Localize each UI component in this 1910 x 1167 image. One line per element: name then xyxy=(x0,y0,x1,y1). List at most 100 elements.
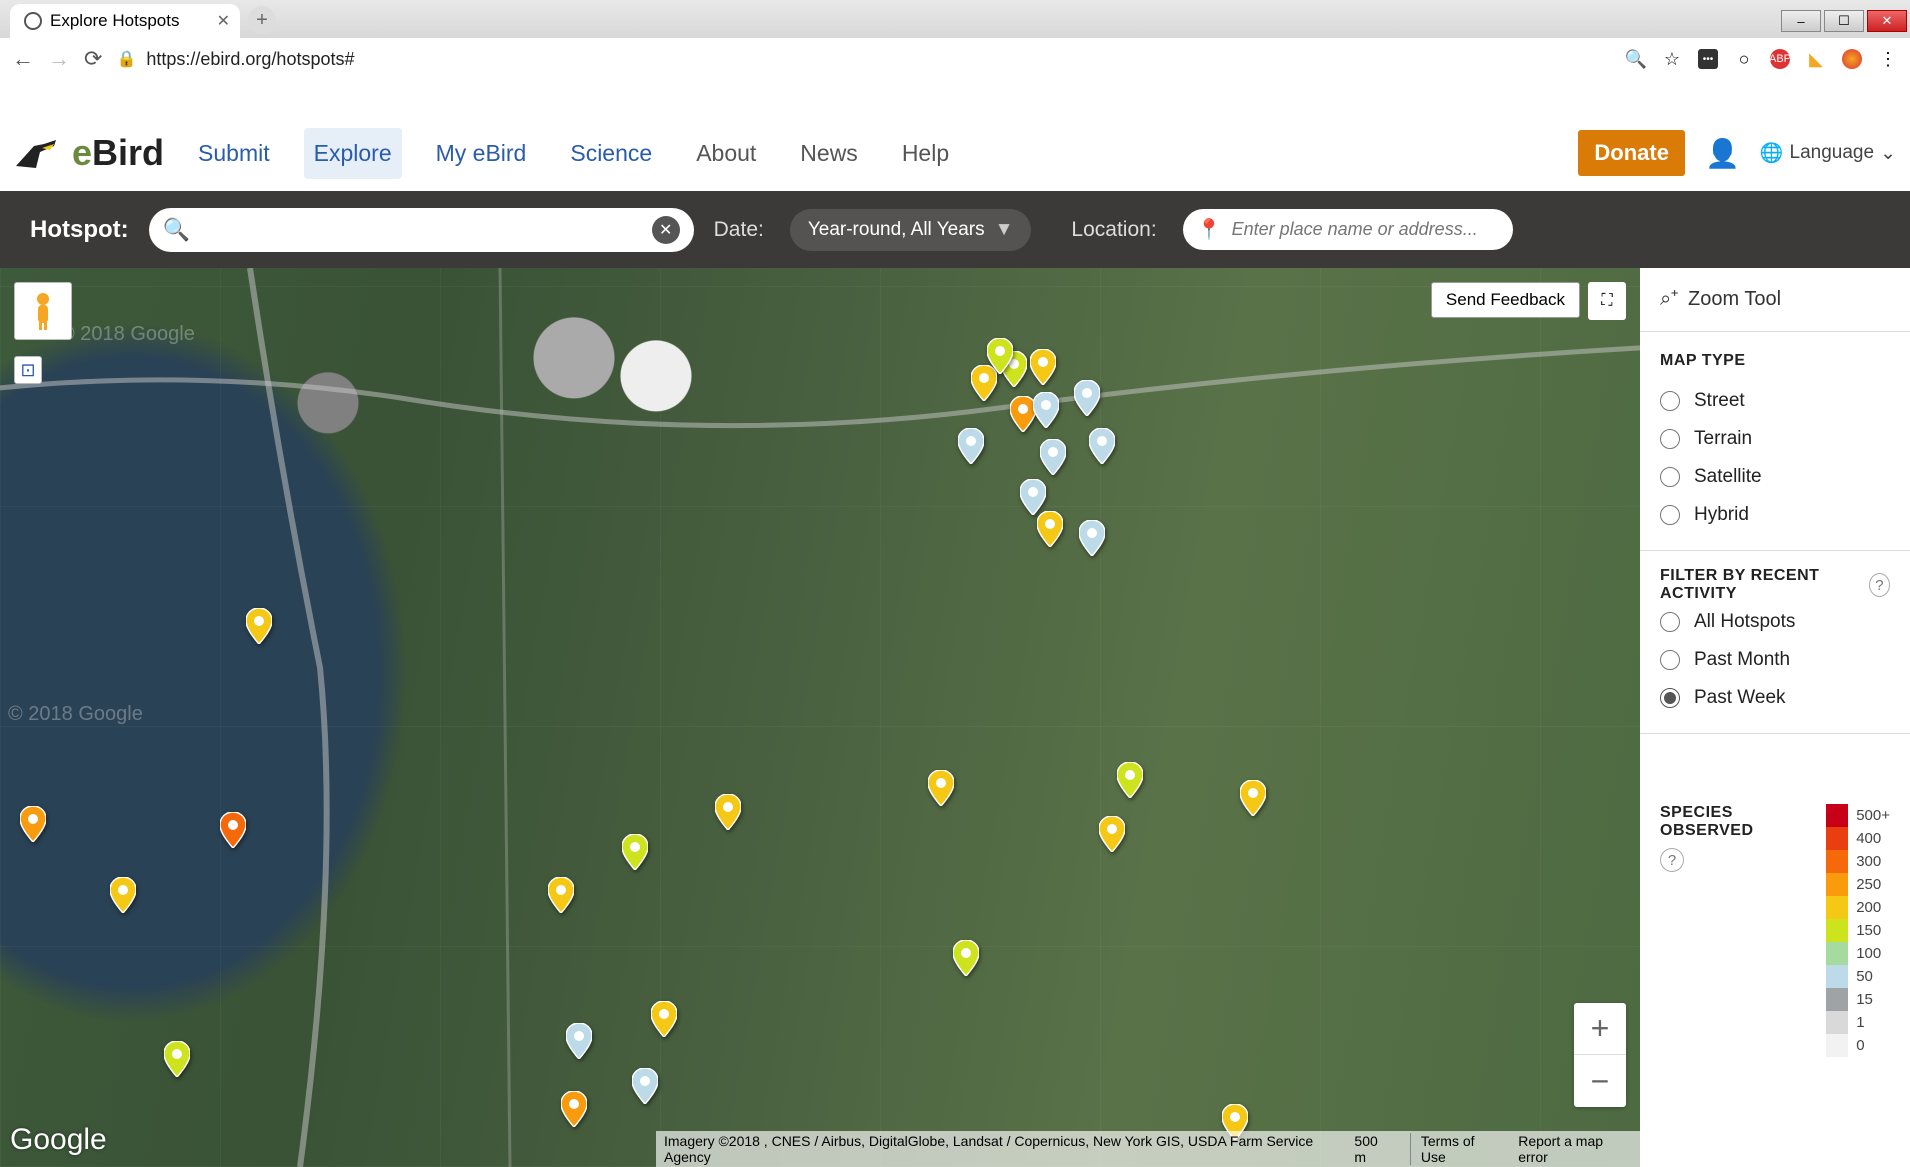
legend-row: 200 xyxy=(1826,896,1890,919)
url-box[interactable]: 🔒 https://ebird.org/hotspots# xyxy=(116,49,1612,70)
hotspot-marker[interactable] xyxy=(987,338,1013,374)
hotspot-marker[interactable] xyxy=(220,812,246,848)
forward-icon[interactable]: → xyxy=(48,46,70,72)
nav-submit[interactable]: Submit xyxy=(188,128,280,179)
adblock-icon[interactable]: ABP xyxy=(1770,49,1790,69)
help-icon[interactable]: ? xyxy=(1660,848,1684,872)
filter-all[interactable]: All Hotspots xyxy=(1660,603,1890,641)
chevron-down-icon: ⌄ xyxy=(1880,142,1896,165)
filter-week[interactable]: Past Week xyxy=(1660,679,1890,717)
rect-zoom-button[interactable]: ⊡ xyxy=(14,356,42,384)
avatar-icon[interactable] xyxy=(1842,49,1862,69)
legend-swatch xyxy=(1826,965,1848,988)
hotspot-marker[interactable] xyxy=(1030,349,1056,385)
address-bar: ← → ⟳ 🔒 https://ebird.org/hotspots# 🔍 ☆ … xyxy=(0,38,1910,80)
minimize-button[interactable]: – xyxy=(1781,10,1821,32)
pegman-button[interactable] xyxy=(14,282,72,340)
hotspot-marker[interactable] xyxy=(651,1001,677,1037)
hotspot-marker[interactable] xyxy=(928,770,954,806)
map-area[interactable]: © 2018 Google © 2018 Google ⊡ Send Feedb… xyxy=(0,268,1640,1167)
hotspot-marker[interactable] xyxy=(246,608,272,644)
watermark: © 2018 Google xyxy=(60,323,195,346)
pin-icon: 📍 xyxy=(1197,217,1222,242)
maptype-satellite[interactable]: Satellite xyxy=(1660,458,1890,496)
ebird-logo[interactable]: eBird xyxy=(14,132,164,174)
hotspot-marker[interactable] xyxy=(1079,520,1105,556)
star-icon[interactable]: ☆ xyxy=(1662,49,1682,69)
filter-month[interactable]: Past Month xyxy=(1660,641,1890,679)
attribution-text: Imagery ©2018 , CNES / Airbus, DigitalGl… xyxy=(664,1133,1336,1165)
filter-title-row: FILTER BY RECENT ACTIVITY ? xyxy=(1660,567,1890,603)
maptype-street[interactable]: Street xyxy=(1660,382,1890,420)
main: © 2018 Google © 2018 Google ⊡ Send Feedb… xyxy=(0,268,1910,1167)
hotspot-marker[interactable] xyxy=(561,1091,587,1127)
zoom-in-button[interactable]: + xyxy=(1574,1003,1626,1055)
hotspot-marker[interactable] xyxy=(1089,428,1115,464)
fullscreen-button[interactable]: ⛶ xyxy=(1588,282,1626,320)
hotspot-marker[interactable] xyxy=(953,940,979,976)
ext2-icon[interactable]: ○ xyxy=(1734,49,1754,69)
terms-link[interactable]: Terms of Use xyxy=(1410,1133,1500,1165)
right-nav: Donate 👤 🌐 Language ⌄ xyxy=(1578,130,1896,176)
maptype-terrain[interactable]: Terrain xyxy=(1660,420,1890,458)
back-icon[interactable]: ← xyxy=(12,46,34,72)
url-text: https://ebird.org/hotspots# xyxy=(146,49,354,70)
hotspot-marker[interactable] xyxy=(164,1041,190,1077)
feedback-button[interactable]: Send Feedback xyxy=(1431,282,1580,318)
zoom-tool-button[interactable]: ⌕⁺ Zoom Tool xyxy=(1660,288,1890,311)
hotspot-marker[interactable] xyxy=(110,877,136,913)
location-search[interactable]: 📍 xyxy=(1183,209,1513,250)
hotspot-marker[interactable] xyxy=(632,1068,658,1104)
legend-value: 150 xyxy=(1856,922,1881,939)
hotspot-marker[interactable] xyxy=(20,806,46,842)
close-window-button[interactable]: ✕ xyxy=(1867,10,1907,32)
maximize-button[interactable]: ☐ xyxy=(1824,10,1864,32)
language-selector[interactable]: 🌐 Language ⌄ xyxy=(1760,141,1896,165)
maptype-label: Terrain xyxy=(1694,428,1752,450)
ext1-icon[interactable]: ••• xyxy=(1698,49,1718,69)
location-input[interactable] xyxy=(1232,219,1499,240)
hotspot-marker[interactable] xyxy=(566,1023,592,1059)
browser-tab[interactable]: Explore Hotspots ✕ xyxy=(10,4,240,38)
donate-button[interactable]: Donate xyxy=(1578,130,1685,176)
help-icon[interactable]: ? xyxy=(1869,573,1890,597)
nav-science[interactable]: Science xyxy=(560,128,662,179)
nav-about[interactable]: About xyxy=(686,128,766,179)
date-label: Date: xyxy=(714,218,764,242)
legend-value: 500+ xyxy=(1856,807,1890,824)
menu-icon[interactable]: ⋮ xyxy=(1878,49,1898,69)
legend-row: 15 xyxy=(1826,988,1890,1011)
ext3-icon[interactable]: ◣ xyxy=(1806,49,1826,69)
nav-explore[interactable]: Explore xyxy=(304,128,402,179)
zoom-icon[interactable]: 🔍 xyxy=(1626,49,1646,69)
hotspot-marker[interactable] xyxy=(1117,762,1143,798)
clear-icon[interactable]: ✕ xyxy=(652,216,680,244)
hotspot-marker[interactable] xyxy=(958,428,984,464)
date-selector[interactable]: Year-round, All Years ▼ xyxy=(790,209,1032,251)
zoom-control: + − xyxy=(1574,1003,1626,1107)
hotspot-marker[interactable] xyxy=(622,834,648,870)
close-tab-icon[interactable]: ✕ xyxy=(217,11,230,31)
hotspot-search[interactable]: 🔍 ✕ xyxy=(149,208,694,252)
hotspot-marker[interactable] xyxy=(1240,780,1266,816)
maptype-hybrid[interactable]: Hybrid xyxy=(1660,496,1890,534)
hotspot-marker[interactable] xyxy=(1037,511,1063,547)
hotspot-marker[interactable] xyxy=(715,794,741,830)
zoom-out-button[interactable]: − xyxy=(1574,1055,1626,1107)
user-icon[interactable]: 👤 xyxy=(1705,137,1740,170)
report-link[interactable]: Report a map error xyxy=(1518,1133,1632,1165)
hotspot-marker[interactable] xyxy=(1040,439,1066,475)
reload-icon[interactable]: ⟳ xyxy=(84,46,102,72)
search-icon: 🔍 xyxy=(163,217,190,243)
nav-help[interactable]: Help xyxy=(892,128,959,179)
hotspot-marker[interactable] xyxy=(1074,380,1100,416)
hotspot-input[interactable] xyxy=(200,219,642,240)
new-tab-button[interactable]: + xyxy=(248,6,276,34)
nav-my-ebird[interactable]: My eBird xyxy=(426,128,537,179)
hotspot-marker[interactable] xyxy=(1033,392,1059,428)
nav-news[interactable]: News xyxy=(790,128,868,179)
hotspot-marker[interactable] xyxy=(1099,816,1125,852)
browser-chrome: Explore Hotspots ✕ + – ☐ ✕ ← → ⟳ 🔒 https… xyxy=(0,0,1910,115)
legend-title: SPECIES OBSERVED xyxy=(1660,804,1810,840)
hotspot-marker[interactable] xyxy=(548,877,574,913)
